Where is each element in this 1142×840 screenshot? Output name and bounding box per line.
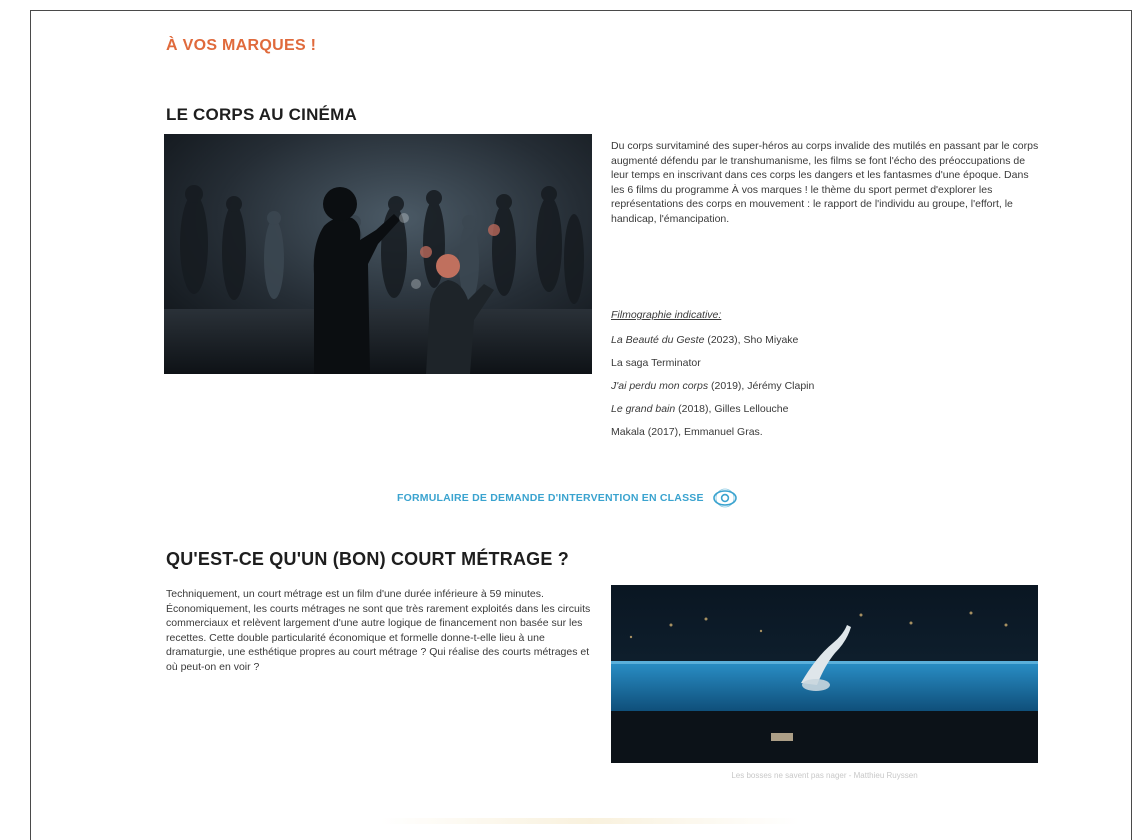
body-paragraph: Du corps survitaminé des super-héros au … (611, 140, 1039, 225)
image-caption: Les bosses ne savent pas nager - Matthie… (731, 771, 918, 780)
film-details: (2023), Sho Miyake (704, 334, 799, 346)
short-paragraph: Techniquement, un court métrage est un f… (166, 588, 591, 673)
film-title: J'ai perdu mon corps (611, 380, 709, 392)
list-item: La Beauté du Geste (2023), Sho Miyake (611, 333, 814, 356)
section-title-body: LE CORPS AU CINÉMA (166, 105, 357, 124)
list-item: J'ai perdu mon corps (2019), Jérémy Clap… (611, 379, 814, 402)
faint-bottom-element (380, 818, 800, 824)
eye-icon[interactable] (712, 488, 738, 508)
film-title: Le grand bain (611, 403, 676, 415)
intervention-form-link[interactable]: FORMULAIRE DE DEMANDE D'INTERVENTION EN … (397, 488, 738, 508)
film-details: Makala (2017), Emmanuel Gras. (611, 426, 763, 438)
film-details: (2018), Gilles Lellouche (675, 403, 789, 415)
list-item: Le grand bain (2018), Gilles Lellouche (611, 402, 814, 425)
section-label: À VOS MARQUES ! (166, 37, 317, 54)
filmography-heading: Filmographie indicative: (611, 309, 722, 321)
section-title-short: QU'EST-CE QU'UN (BON) COURT MÉTRAGE ? (166, 549, 569, 569)
film-details: La saga Terminator (611, 357, 701, 369)
intervention-form-label: FORMULAIRE DE DEMANDE D'INTERVENTION EN … (397, 492, 704, 504)
list-item: La saga Terminator (611, 356, 814, 379)
pool-film-still (611, 585, 1038, 763)
film-title: La Beauté du Geste (611, 334, 705, 346)
film-details: (2019), Jérémy Clapin (708, 380, 815, 392)
dance-film-still (164, 134, 592, 374)
list-item: Makala (2017), Emmanuel Gras. (611, 425, 814, 448)
filmography-list: La Beauté du Geste (2023), Sho Miyake La… (611, 333, 814, 448)
